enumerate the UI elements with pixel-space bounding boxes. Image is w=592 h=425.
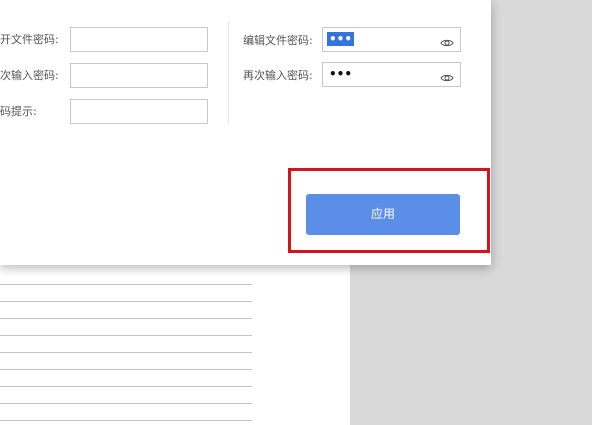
password-hint-label: 码提示: bbox=[0, 105, 37, 118]
document-line bbox=[0, 301, 252, 302]
confirm-open-password-input[interactable] bbox=[70, 63, 208, 88]
document-line bbox=[0, 403, 252, 404]
confirm-open-password-label: 次输入密码: bbox=[0, 69, 59, 82]
edit-password-label: 编辑文件密码: bbox=[243, 34, 313, 47]
confirm-edit-password-input[interactable]: ••• bbox=[322, 62, 461, 87]
encryption-dialog: 开文件密码: 次输入密码: 码提示: 编辑文件密码: ••• 再次输入密码: •… bbox=[0, 0, 491, 265]
open-password-input[interactable] bbox=[70, 27, 208, 52]
eye-icon[interactable] bbox=[440, 34, 454, 47]
document-line bbox=[0, 420, 252, 421]
document-line bbox=[0, 335, 252, 336]
document-line bbox=[0, 386, 252, 387]
eye-icon[interactable] bbox=[440, 69, 454, 82]
confirm-edit-password-label: 再次输入密码: bbox=[243, 69, 313, 82]
highlight-annotation bbox=[288, 168, 490, 253]
document-line bbox=[0, 369, 252, 370]
document-line bbox=[0, 284, 252, 285]
column-divider bbox=[228, 22, 229, 124]
open-password-label: 开文件密码: bbox=[0, 33, 59, 46]
document-line bbox=[0, 352, 252, 353]
document-line bbox=[0, 318, 252, 319]
edit-password-value: ••• bbox=[327, 32, 355, 46]
edit-password-input[interactable]: ••• bbox=[322, 27, 461, 52]
password-hint-input[interactable] bbox=[70, 99, 208, 124]
confirm-edit-password-value: ••• bbox=[329, 67, 353, 81]
